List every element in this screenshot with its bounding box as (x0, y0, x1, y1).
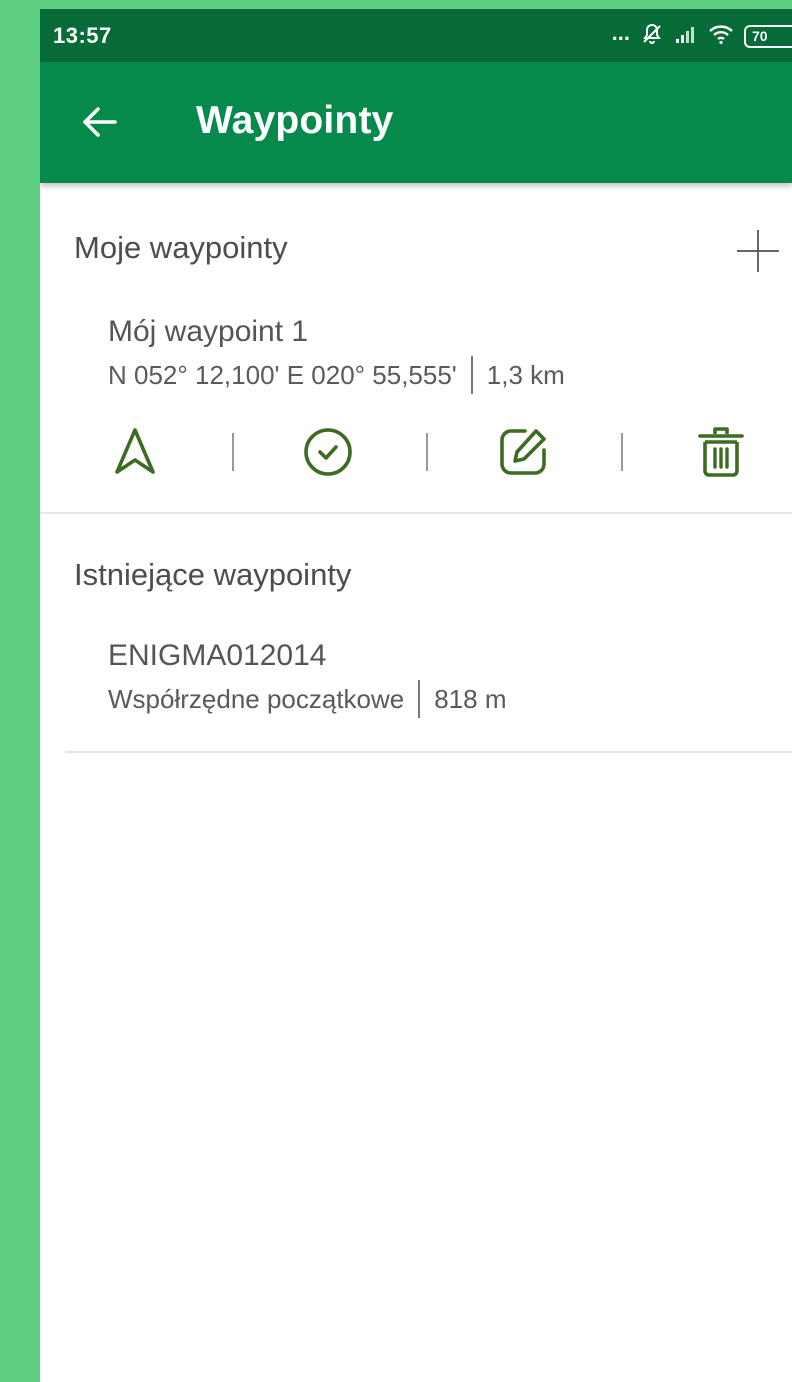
edit-icon (500, 429, 546, 475)
back-button[interactable] (74, 96, 126, 148)
status-time: 13:57 (53, 23, 112, 48)
waypoint-name: Mój waypoint 1 (108, 315, 309, 348)
detail-separator (418, 680, 421, 718)
waypoint-list: Moje waypointy Mój waypoint 1 N 052° 12,… (40, 183, 792, 1382)
signal-icon (674, 23, 698, 50)
wifi-icon (708, 23, 734, 50)
list-divider (65, 751, 792, 753)
status-bar: 13:57 ... 70 (40, 9, 792, 62)
section-title-existing-waypoints: Istniejące waypointy (74, 557, 352, 592)
action-separator (232, 433, 234, 471)
battery-icon: 70 (744, 24, 792, 48)
navigate-icon (115, 428, 155, 474)
waypoint-distance: 1,3 km (486, 359, 565, 390)
trash-icon (698, 427, 744, 477)
waypoint-action-row (40, 416, 792, 486)
check-circle-icon (304, 428, 352, 476)
waypoint-details: N 052° 12,100' E 020° 55,555' 1,3 km (108, 356, 565, 394)
arrow-left-icon (83, 107, 117, 137)
edit-waypoint-button[interactable] (493, 422, 553, 482)
waypoint-distance: 818 m (434, 683, 507, 714)
delete-waypoint-button[interactable] (691, 422, 751, 482)
plus-icon (737, 230, 779, 272)
waypoint-details: Współrzędne początkowe 818 m (108, 680, 507, 718)
waypoint-coordinates: N 052° 12,100' E 020° 55,555' (108, 359, 457, 390)
detail-separator (470, 356, 473, 394)
add-waypoint-button[interactable] (732, 225, 784, 277)
phone-screen: 13:57 ... 70 Waypointy Moje waypointy Mó… (40, 9, 792, 1382)
background-top-strip (0, 0, 792, 9)
mark-found-button[interactable] (298, 422, 358, 482)
status-icons: ... 70 (612, 21, 792, 51)
action-separator (621, 433, 623, 471)
waypoint-name: ENIGMA012014 (108, 639, 327, 672)
navigate-button[interactable] (105, 422, 165, 482)
status-dots: ... (611, 20, 630, 45)
app-bar: Waypointy (40, 62, 792, 183)
mute-icon (640, 22, 664, 51)
waypoint-description: Współrzędne początkowe (108, 683, 405, 714)
section-title-my-waypoints: Moje waypointy (74, 230, 288, 265)
section-divider (40, 512, 792, 514)
action-separator (426, 433, 428, 471)
page-title: Waypointy (196, 99, 394, 142)
